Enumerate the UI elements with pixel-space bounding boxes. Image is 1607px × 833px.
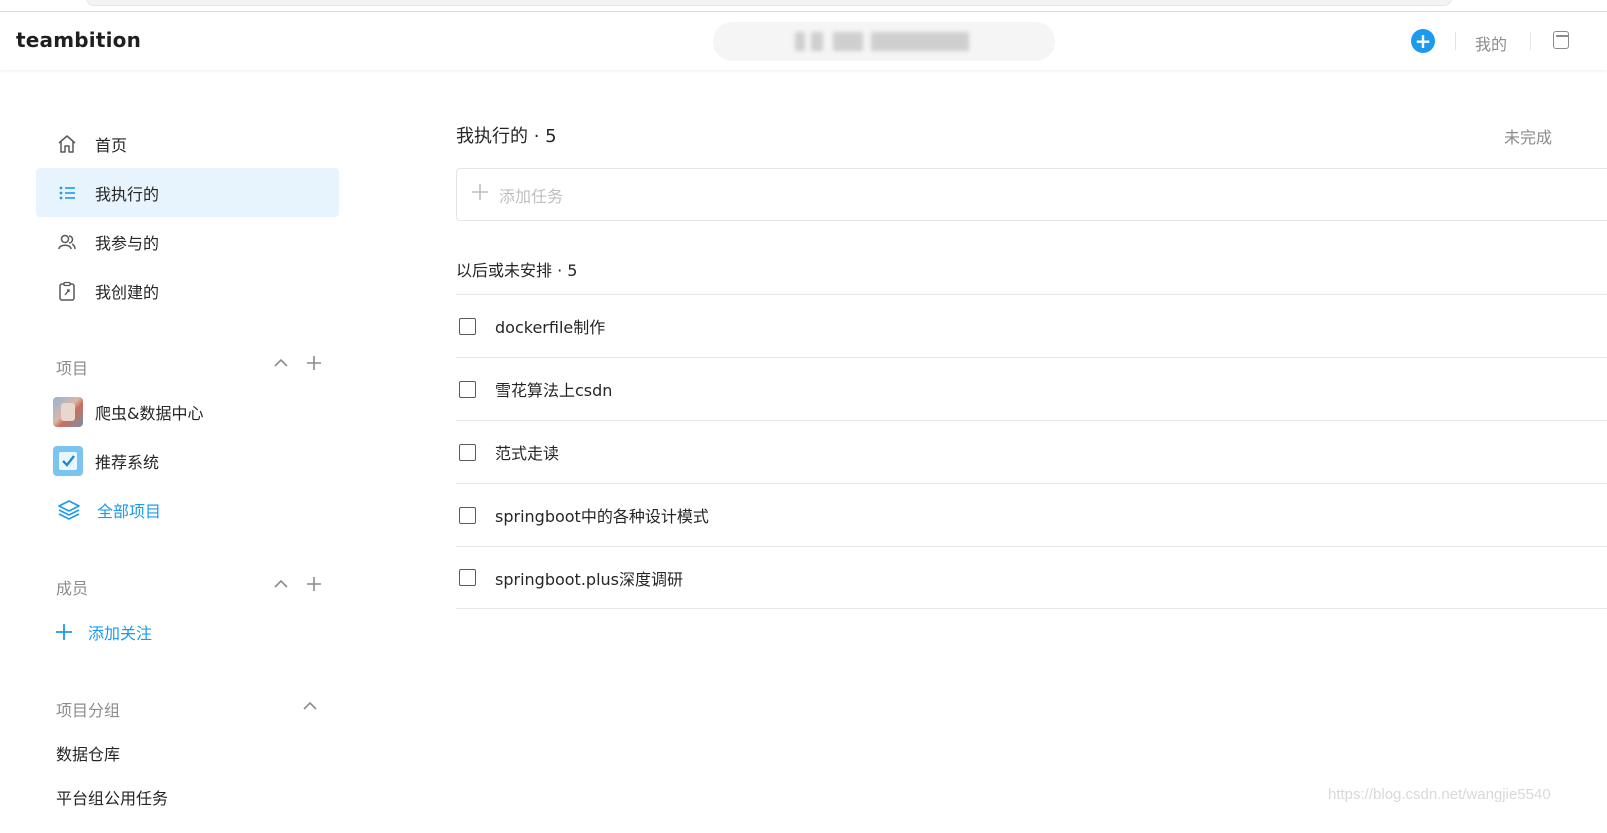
status-filter[interactable]: 未完成 bbox=[1504, 124, 1552, 148]
project-label: 爬虫&数据中心 bbox=[95, 404, 204, 423]
chevron-up-icon[interactable] bbox=[272, 354, 290, 377]
project-photo-thumb bbox=[53, 397, 83, 427]
divider bbox=[1530, 32, 1531, 50]
sidebar-item-participated[interactable]: 我参与的 bbox=[36, 217, 339, 266]
task-checkbox[interactable] bbox=[459, 506, 476, 524]
task-checkbox[interactable] bbox=[459, 443, 476, 461]
task-row[interactable]: springboot.plus深度调研 bbox=[456, 546, 1607, 609]
sidebar-item-my-tasks[interactable]: 我执行的 bbox=[36, 168, 339, 217]
blurred-text bbox=[811, 32, 823, 51]
chevron-up-icon[interactable] bbox=[272, 575, 290, 598]
home-icon bbox=[56, 133, 78, 155]
add-follow-link[interactable]: 添加关注 bbox=[55, 616, 152, 648]
project-check-thumb bbox=[53, 446, 83, 476]
all-projects-label: 全部项目 bbox=[97, 502, 162, 521]
sidebar-item-created[interactable]: 我创建的 bbox=[36, 266, 339, 315]
task-group-header: 以后或未安排 · 5 bbox=[456, 261, 578, 280]
global-add-button[interactable]: + bbox=[1411, 29, 1435, 53]
search-bar[interactable] bbox=[713, 22, 1055, 61]
task-row[interactable]: 雪花算法上csdn bbox=[456, 357, 1607, 420]
blurred-text bbox=[871, 32, 969, 51]
plus-icon bbox=[471, 183, 489, 206]
project-label: 推荐系统 bbox=[95, 453, 160, 472]
blurred-text bbox=[833, 32, 863, 51]
task-row[interactable]: 范式走读 bbox=[456, 420, 1607, 483]
members-section-title: 成员 bbox=[56, 579, 89, 598]
project-item[interactable]: 推荐系统 bbox=[53, 445, 159, 477]
browser-address-strip bbox=[0, 0, 1607, 12]
add-task-placeholder: 添加任务 bbox=[499, 186, 564, 206]
page-title: 我执行的 · 5 bbox=[456, 126, 557, 147]
top-header: teambition + 我的 bbox=[0, 12, 1607, 70]
task-title: 范式走读 bbox=[495, 444, 560, 463]
task-checkbox[interactable] bbox=[459, 317, 476, 335]
projects-section-title: 项目 bbox=[56, 359, 89, 378]
task-title: 雪花算法上csdn bbox=[495, 381, 613, 400]
sidebar-item-label: 我参与的 bbox=[95, 233, 160, 253]
browser-address-bar[interactable] bbox=[86, 0, 1452, 6]
task-list: dockerfile制作 雪花算法上csdn 范式走读 springboot中的… bbox=[456, 294, 1607, 609]
task-checkbox[interactable] bbox=[459, 569, 476, 586]
chevron-up-icon[interactable] bbox=[301, 697, 319, 720]
sidebar-item-home[interactable]: 首页 bbox=[36, 119, 339, 168]
add-project-icon[interactable] bbox=[305, 354, 323, 377]
clipboard-icon bbox=[56, 280, 78, 302]
task-checkbox[interactable] bbox=[459, 380, 476, 398]
groups-section-title: 项目分组 bbox=[56, 701, 121, 720]
add-member-icon[interactable] bbox=[305, 575, 323, 598]
task-row[interactable]: dockerfile制作 bbox=[456, 294, 1607, 357]
mine-menu[interactable]: 我的 bbox=[1475, 31, 1507, 55]
layers-icon bbox=[56, 498, 84, 522]
people-icon bbox=[56, 231, 78, 253]
sidebar-item-label: 首页 bbox=[95, 135, 128, 155]
task-title: springboot中的各种设计模式 bbox=[495, 507, 709, 526]
app-logo[interactable]: teambition bbox=[16, 28, 141, 52]
task-title: dockerfile制作 bbox=[495, 318, 606, 337]
calendar-icon[interactable] bbox=[1553, 31, 1569, 49]
sidebar-item-label: 我创建的 bbox=[95, 282, 160, 302]
add-follow-label: 添加关注 bbox=[88, 624, 153, 643]
task-row[interactable]: springboot中的各种设计模式 bbox=[456, 483, 1607, 546]
group-item[interactable]: 数据仓库 bbox=[56, 741, 120, 765]
list-icon bbox=[56, 182, 78, 204]
group-item[interactable]: 平台组公用任务 bbox=[56, 785, 168, 809]
blurred-text bbox=[795, 32, 805, 51]
all-projects-link[interactable]: 全部项目 bbox=[56, 494, 161, 526]
project-item[interactable]: 爬虫&数据中心 bbox=[53, 396, 203, 428]
watermark: https://blog.csdn.net/wangjie5540 bbox=[1328, 786, 1551, 803]
sidebar-item-label: 我执行的 bbox=[95, 184, 160, 204]
plus-icon bbox=[55, 622, 75, 642]
divider bbox=[1455, 32, 1456, 50]
add-task-input[interactable]: 添加任务 bbox=[456, 168, 1607, 221]
task-title: springboot.plus深度调研 bbox=[495, 569, 683, 589]
